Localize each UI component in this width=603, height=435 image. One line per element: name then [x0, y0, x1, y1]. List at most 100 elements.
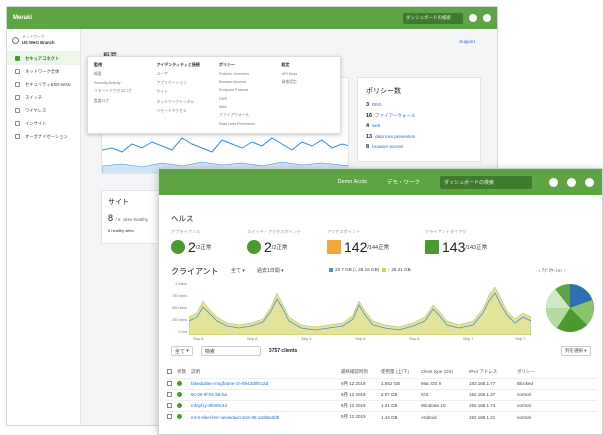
table-row[interactable]: fakeduiltex-mugframe-zn-8943d8f41ad 9月 1…	[167, 377, 597, 390]
user-icon[interactable]	[549, 177, 558, 187]
support-link[interactable]: Support	[459, 39, 475, 44]
column-header[interactable]: IPv4 アドレス	[469, 366, 517, 378]
client-description[interactable]: fakeduiltex-mugframe-zn-8943d8f41ad	[191, 377, 341, 390]
menu-item[interactable]: ファイアウォール	[219, 113, 272, 118]
row-checkbox[interactable]	[167, 402, 172, 408]
health-value: 2	[188, 239, 196, 255]
meraki-logo[interactable]: Meraki	[13, 15, 32, 21]
help-icon[interactable]	[483, 14, 491, 22]
last-seen: 9月 12 2019	[341, 411, 381, 423]
policy-link[interactable]: browser access	[372, 144, 403, 149]
row-select[interactable]	[167, 399, 177, 412]
client-description[interactable]: mfnpf1y-8fe09c4d	[191, 399, 341, 412]
row-select[interactable]	[167, 411, 177, 423]
health-clients[interactable]: クライアントダイアグ 143 /143正常	[425, 229, 487, 255]
help-icon[interactable]	[567, 177, 576, 187]
policy-link[interactable]: ファイアーウォール	[375, 113, 415, 118]
column-header[interactable]: 状態	[177, 366, 191, 378]
user-icon[interactable]	[469, 14, 477, 22]
row-select[interactable]	[167, 388, 177, 401]
policy-link[interactable]: DNS	[372, 102, 382, 107]
sidebar-item-network-wide[interactable]: ネットワーク全体	[7, 65, 80, 78]
health-switch[interactable]: スイッチ・アクセスポイント 2 /2正常	[247, 229, 301, 255]
legend-up: ↑ 26.21 GB	[387, 267, 411, 272]
org-selector[interactable]: Demo Accts	[338, 179, 367, 185]
notification-icon[interactable]	[585, 177, 594, 187]
policy-link[interactable]: data loss prevention	[375, 134, 415, 139]
network-selector[interactable]: デモ・ワーク	[387, 178, 420, 186]
sidebar-item-security-sdwan[interactable]: セキュリティ&SD-WAN	[7, 78, 80, 91]
search-placeholder: ダッシュボードの検索	[444, 179, 495, 186]
sidebar-item-insight[interactable]: インサイト	[7, 117, 80, 130]
policy-row-firewall[interactable]: 16 ファイアーウォール	[366, 113, 472, 119]
application-toggle[interactable]: ‹ ｱﾌﾟﾘｹｰｼｮﾝ ›	[539, 268, 565, 274]
client-os: iOS	[421, 388, 469, 401]
health-value: 142	[344, 239, 368, 255]
policy-link[interactable]: web	[372, 123, 380, 128]
network-selector[interactable]: ネットワーク US West Branch	[7, 29, 80, 52]
column-header[interactable]: 説明	[191, 366, 341, 378]
health-total: /143正常	[465, 245, 488, 251]
policy-count-card: ポリシー数 3 DNS 16 ファイアーウォール 4 web 13 data loss …	[357, 77, 481, 162]
menu-item[interactable]: サイト	[157, 90, 210, 95]
access-point-icon	[327, 240, 341, 254]
sidebar-item-secure-connect[interactable]: セキュアコネクト	[7, 52, 80, 65]
client-description[interactable]: mt-0-elkel-ferr-ueuwdwicn2sb-98-a2d9a4bf…	[191, 411, 341, 423]
row-checkbox[interactable]	[167, 414, 172, 420]
menu-column-settings: 設定 API Keys 資格設定	[282, 62, 335, 128]
policy-row-browser-access[interactable]: 8 browser access	[366, 144, 472, 150]
menu-item[interactable]: Data Loss Prevention	[219, 122, 272, 126]
menu-item[interactable]: Browser Access	[219, 80, 272, 84]
client-description[interactable]: 9c-00-9f-01-b8-ba	[191, 388, 341, 401]
screenshot-stage: Meraki ダッシュボードの検索 ネットワーク US West Branch …	[0, 0, 603, 435]
column-selector[interactable]: 列を選択 ▾	[561, 346, 591, 356]
column-header[interactable]: 使用量 (上/下)	[381, 366, 421, 378]
time-dropdown[interactable]: 過去1日間 ▾	[257, 267, 284, 274]
row-checkbox[interactable]	[167, 391, 172, 397]
health-access-points[interactable]: アクセスポイント 142 /144正常	[327, 229, 389, 255]
row-status	[177, 388, 191, 401]
filter-dropdown[interactable]: 全て ▾	[171, 346, 193, 356]
x-tick: Sep 6	[247, 336, 258, 341]
health-label: アプライアンス	[171, 229, 201, 234]
sidebar-item-organization[interactable]: オーガナイゼーション	[7, 130, 80, 143]
menu-item[interactable]: 資格設定	[282, 80, 335, 85]
menu-item[interactable]: ネットワークトンネル	[157, 100, 210, 105]
row-checkbox[interactable]	[167, 380, 172, 386]
search-input[interactable]: ダッシュボードの検索	[403, 12, 463, 24]
menu-item[interactable]: DNS	[219, 97, 272, 101]
menu-item[interactable]: アプリケーション	[157, 81, 210, 86]
menu-item[interactable]: Web	[219, 105, 272, 109]
column-header[interactable]: Client type (OS)	[421, 366, 469, 378]
scope-dropdown[interactable]: 全て ▾	[231, 267, 245, 274]
header-select[interactable]	[167, 366, 177, 378]
legend-down: 22.7 GB (↓ 26.16 GB)	[335, 267, 380, 272]
menu-item[interactable]: リモートアクセスログ	[94, 89, 147, 94]
menu-item[interactable]: Endpoint Posture	[219, 88, 272, 92]
menu-item[interactable]: API Keys	[282, 72, 335, 76]
search-input[interactable]: ダッシュボードの検索	[440, 175, 532, 189]
menu-item[interactable]: Security Activity	[94, 81, 147, 85]
menu-item[interactable]: 監査ログ	[94, 99, 147, 104]
column-header[interactable]: ポリシー	[517, 366, 597, 378]
column-header[interactable]: 最終確認時刻	[341, 366, 381, 378]
chart-legend: 22.7 GB (↓ 26.16 GB) ↑ 26.21 GB	[329, 267, 411, 272]
menu-item[interactable]: 概要	[94, 72, 147, 77]
sidebar-item-switch[interactable]: スイッチ	[7, 91, 80, 104]
table-row[interactable]: mt-0-elkel-ferr-ueuwdwicn2sb-98-a2d9a4bf…	[167, 411, 597, 423]
usage: 1.21 GB	[381, 399, 421, 412]
sidebar-item-wireless[interactable]: ワイヤレス	[7, 104, 80, 117]
menu-item[interactable]: ユーザ	[157, 72, 210, 77]
policy-row-dlp[interactable]: 13 data loss prevention	[366, 134, 472, 140]
menu-item[interactable]: リモートアクセス	[157, 109, 210, 114]
sites-value: 8 / 8 sites healthy	[108, 213, 158, 223]
table-row[interactable]: mfnpf1y-8fe09c4d 9月 12 2019 1.21 GB Wind…	[167, 399, 597, 412]
policy-row-dns[interactable]: 3 DNS	[366, 102, 472, 108]
policy-row-web[interactable]: 4 web	[366, 123, 472, 129]
health-appliance[interactable]: アプライアンス 2 /2正常	[171, 229, 211, 255]
row-select[interactable]	[167, 377, 177, 390]
client-search-input[interactable]: 検索	[200, 346, 261, 356]
menu-item[interactable]: Policies Overview	[219, 72, 272, 76]
table-row[interactable]: 9c-00-9f-01-b8-ba 9月 12 2019 2.07 GB iOS…	[167, 388, 597, 401]
select-all-checkbox[interactable]	[167, 368, 172, 374]
